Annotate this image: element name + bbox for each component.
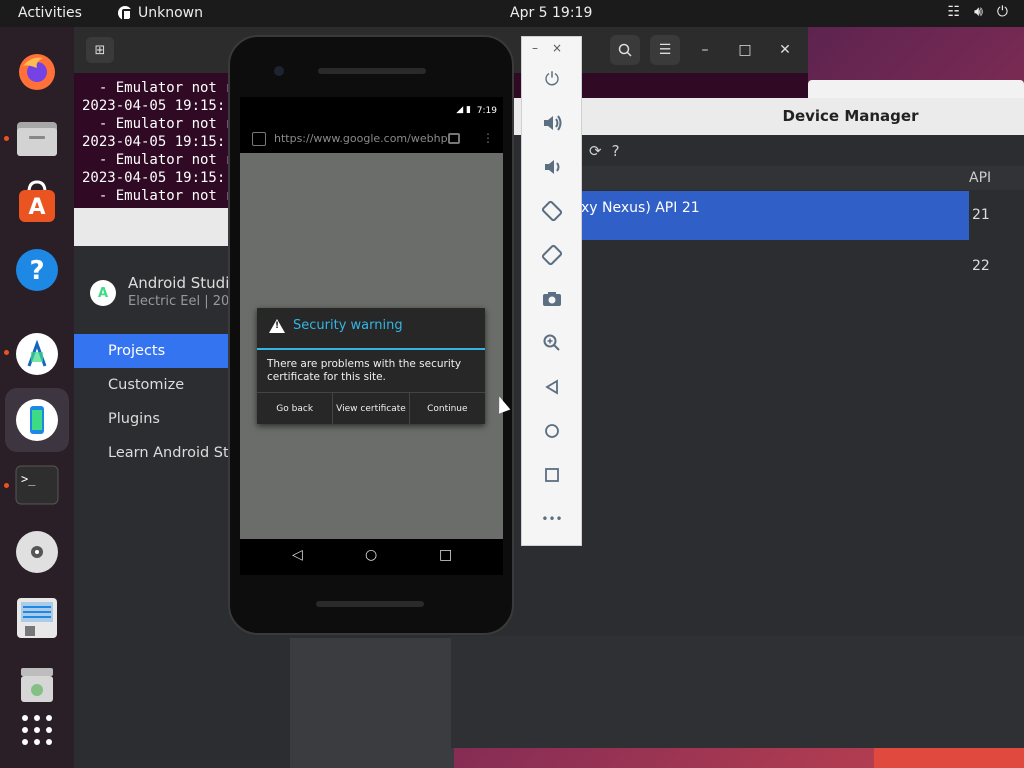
emulator-controls: – × ⏻ ••• — [521, 36, 582, 546]
device-api: 22 — [972, 258, 990, 274]
dialog-title: Security warning — [269, 318, 403, 333]
overview-icon[interactable] — [540, 463, 564, 487]
app-indicator[interactable]: Unknown — [118, 5, 203, 21]
minimize-button[interactable]: – — [690, 35, 720, 65]
home-icon[interactable] — [540, 419, 564, 443]
dialog-buttons: Go back View certificate Continue — [257, 392, 485, 424]
device-table-header: API — [581, 166, 1024, 190]
refresh-icon[interactable]: ⟳ — [589, 142, 602, 160]
text-editor-icon[interactable] — [14, 595, 60, 641]
device-api: 21 — [972, 207, 990, 223]
power-icon[interactable]: ⏻ — [540, 67, 564, 91]
volume-icon[interactable]: 🔊︎ — [974, 4, 983, 20]
wallpaper-accent — [874, 748, 1024, 768]
activities-button[interactable]: Activities — [18, 5, 82, 21]
status-time: 7:19 — [476, 106, 497, 116]
close-button[interactable]: ✕ — [770, 35, 800, 65]
nav-home-icon[interactable]: ○ — [365, 547, 377, 563]
clock[interactable]: Apr 5 19:19 — [510, 5, 592, 21]
dialog-divider — [257, 348, 485, 350]
more-icon[interactable]: ••• — [540, 507, 564, 531]
emulator-phone: ◢ ▮ 7:19 https://www.google.com/webhp ⋮ … — [228, 35, 514, 635]
power-icon[interactable]: ⏻ — [997, 4, 1008, 20]
warning-icon — [269, 318, 285, 333]
android-nav-bar: ◁ ○ □ — [240, 539, 503, 575]
app-name: Unknown — [138, 5, 203, 21]
firefox-icon[interactable] — [14, 49, 60, 95]
dock: A ? >_ — [0, 27, 74, 768]
zoom-icon[interactable] — [540, 331, 564, 355]
table-row[interactable]: xy Nexus) API 21 — [581, 191, 969, 240]
running-indicator — [4, 483, 9, 488]
nav-overview-icon[interactable]: □ — [439, 547, 452, 563]
favicon-icon — [252, 132, 266, 146]
api-column-header[interactable]: API — [969, 170, 991, 186]
volume-down-icon[interactable] — [540, 155, 564, 179]
continue-button[interactable]: Continue — [410, 393, 485, 424]
running-indicator — [4, 350, 9, 355]
network-icon[interactable]: ☷ — [948, 4, 961, 20]
rotate-right-icon[interactable] — [540, 243, 564, 267]
running-indicator — [4, 136, 9, 141]
search-button[interactable] — [610, 35, 640, 65]
software-store-icon[interactable]: A — [14, 179, 60, 225]
emulator-icon[interactable] — [5, 388, 69, 452]
front-camera — [274, 66, 284, 76]
android-studio-logo-icon: A — [90, 280, 116, 306]
emulator-minimize-button[interactable]: – — [532, 41, 538, 55]
search-icon — [618, 43, 632, 57]
app-icon — [118, 6, 132, 21]
device-manager-footer — [451, 636, 1024, 748]
studio-brand: A Android Studio Electric Eel | 2022 — [90, 274, 246, 309]
dialog-message: There are problems with the security cer… — [267, 358, 462, 383]
overflow-menu-icon[interactable]: ⋮ — [482, 131, 494, 145]
android-studio-icon[interactable] — [14, 331, 60, 377]
app-grid-icon[interactable] — [14, 707, 60, 753]
svg-text:>_: >_ — [21, 472, 36, 486]
nav-projects[interactable]: Projects — [74, 334, 244, 368]
phone-screen[interactable]: ◢ ▮ 7:19 https://www.google.com/webhp ⋮ … — [240, 97, 503, 575]
go-back-button[interactable]: Go back — [257, 393, 334, 424]
files-icon[interactable] — [14, 115, 60, 161]
earpiece-speaker — [318, 68, 426, 74]
background-window[interactable] — [808, 80, 1024, 100]
android-status-bar: ◢ ▮ 7:19 — [240, 97, 503, 125]
camera-icon[interactable] — [540, 287, 564, 311]
top-bar: Activities Unknown Apr 5 19:19 ☷ 🔊︎ ⏻ — [0, 0, 1024, 27]
menu-button[interactable]: ☰ — [650, 35, 680, 65]
rotate-left-icon[interactable] — [540, 199, 564, 223]
tabs-icon[interactable] — [448, 133, 460, 144]
dialog-title-text: Security warning — [293, 318, 403, 333]
help-icon[interactable]: ? — [14, 247, 60, 293]
bottom-speaker — [316, 601, 424, 607]
device-manager-toolbar: ⟳ ? — [589, 142, 620, 160]
view-certificate-button[interactable]: View certificate — [333, 393, 410, 424]
svg-text:A: A — [28, 195, 45, 220]
disc-icon[interactable] — [14, 529, 60, 575]
new-tab-button[interactable]: ⊞ — [86, 37, 114, 63]
trash-icon[interactable] — [14, 661, 60, 707]
url-text[interactable]: https://www.google.com/webhp — [274, 132, 448, 145]
status-icons: ◢ ▮ — [456, 105, 471, 115]
system-tray[interactable]: ☷ 🔊︎ ⏻ — [948, 4, 1008, 20]
device-name: xy Nexus) API 21 — [581, 200, 700, 216]
help-button[interactable]: ? — [612, 142, 620, 160]
terminal-icon[interactable]: >_ — [14, 462, 60, 508]
back-icon[interactable] — [540, 375, 564, 399]
maximize-button[interactable]: □ — [730, 35, 760, 65]
nav-back-icon[interactable]: ◁ — [292, 547, 303, 563]
browser-url-bar[interactable]: https://www.google.com/webhp ⋮ — [240, 125, 503, 153]
security-warning-dialog: Security warning There are problems with… — [257, 308, 485, 424]
studio-content-area — [290, 638, 454, 768]
volume-up-icon[interactable] — [540, 111, 564, 135]
svg-text:?: ? — [29, 256, 44, 286]
emulator-close-button[interactable]: × — [552, 41, 562, 55]
